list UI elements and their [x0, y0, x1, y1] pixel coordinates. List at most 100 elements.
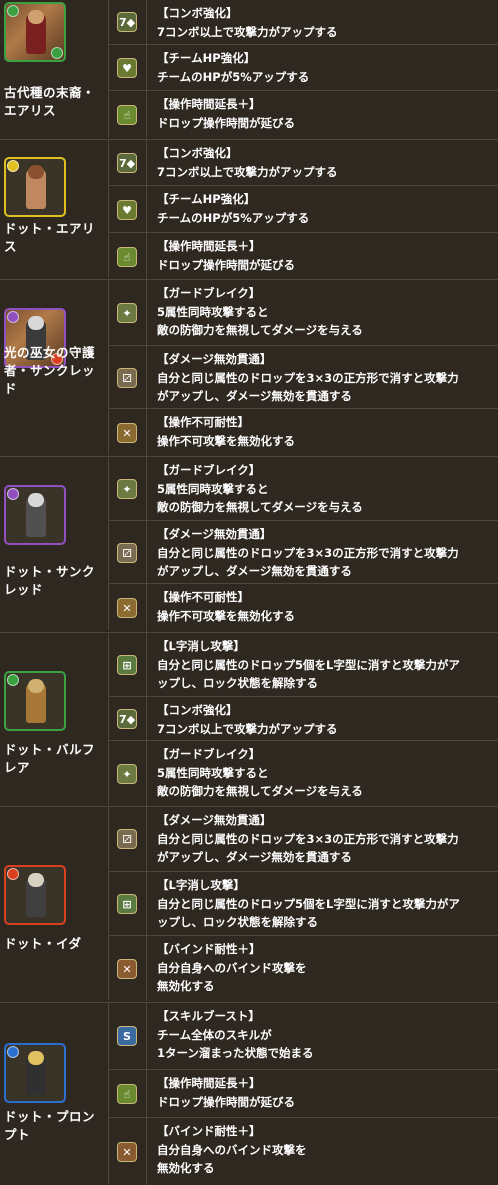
awakening-title: 【バインド耐性＋】	[157, 1124, 261, 1138]
character-cell: ドット・エアリ ス	[0, 140, 109, 278]
character-name[interactable]: ドット・イダ	[4, 935, 104, 953]
awakening-text: ドロップ操作時間が延びる	[157, 115, 295, 130]
time-extend-plus-icon[interactable]: ☝	[117, 247, 137, 267]
awakening-text: 自分と同じ属性のドロップを3×3の正方形で消すと攻撃力 がアップし、ダメージ無効…	[157, 545, 459, 579]
awakening-title: 【コンボ強化】	[157, 6, 238, 20]
awakening-description: 【コンボ強化】 7コンボ以上で攻撃力がアップする	[157, 701, 494, 738]
awakening-text: チームのHPが5%アップする	[157, 210, 310, 225]
bind-resist-plus-icon[interactable]: ✕	[117, 959, 137, 979]
awakening-description: 【操作時間延長＋】 ドロップ操作時間が延びる	[157, 237, 494, 274]
awakening-row: ⊞ 【L字消し攻撃】 自分と同じ属性のドロップ5個をL字型に消すと攻撃力がア ップし…	[108, 633, 498, 696]
sub-attribute-icon	[51, 47, 63, 59]
unbind-resist-icon[interactable]: ✕	[117, 423, 137, 443]
awakening-icon-cell: ⚂	[108, 521, 147, 583]
main-attribute-icon	[7, 160, 19, 172]
awakening-text: 操作不可攻撃を無効化する	[157, 433, 295, 448]
damage-void-pierce-icon[interactable]: ⚂	[117, 368, 137, 388]
awakening-icon-cell: ⚂	[108, 346, 147, 408]
character-name[interactable]: ドット・バルフ レア	[4, 741, 104, 777]
aerith-portrait-icon[interactable]	[4, 2, 66, 62]
time-extend-plus-icon[interactable]: ☝	[117, 1084, 137, 1104]
awakening-title: 【操作時間延長＋】	[157, 97, 261, 111]
awakening-icon-cell: ⊞	[108, 633, 147, 696]
awakening-description: 【操作不可耐性】 操作不可攻撃を無効化する	[157, 588, 494, 625]
character-name[interactable]: ドット・エアリ ス	[4, 220, 104, 256]
character-group: ドット・イダ ⚂ 【ダメージ無効貫通】 自分と同じ属性のドロップを3×3の正方形で消す…	[0, 806, 498, 1001]
dot-balthier-sprite-icon[interactable]	[4, 671, 66, 731]
l-shape-attack-icon[interactable]: ⊞	[117, 894, 137, 914]
awakening-description: 【L字消し攻撃】 自分と同じ属性のドロップ5個をL字型に消すと攻撃力がア ップし、…	[157, 637, 494, 693]
awakening-icon-cell: ☝	[108, 91, 147, 138]
awakening-row: ☝ 【操作時間延長＋】 ドロップ操作時間が延びる	[108, 1069, 498, 1117]
character-name[interactable]: 光の巫女の守護 者・サンクレッ ド	[4, 344, 104, 398]
awakening-text: 自分自身へのバインド攻撃を 無効化する	[157, 960, 307, 994]
bind-resist-plus-icon[interactable]: ✕	[117, 1142, 137, 1162]
awakening-row: ✦ 【ガードブレイク】 5属性同時攻撃すると 敵の防御力を無視してダメージを与える	[108, 740, 498, 806]
awakening-icon-cell: ☝	[108, 233, 147, 279]
awakening-icon-cell: ✕	[108, 584, 147, 631]
combo-boost-icon[interactable]: 7◆	[117, 709, 137, 729]
awakening-description: 【バインド耐性＋】 自分自身へのバインド攻撃を 無効化する	[157, 1122, 494, 1178]
awakening-description: 【ダメージ無効貫通】 自分と同じ属性のドロップを3×3の正方形で消すと攻撃力 がア…	[157, 525, 494, 581]
awakening-row: ✕ 【バインド耐性＋】 自分自身へのバインド攻撃を 無効化する	[108, 935, 498, 1001]
team-hp-boost-icon[interactable]: ♥	[117, 200, 137, 220]
awakening-title: 【チームHP強化】	[157, 192, 256, 206]
awakening-title: 【スキルブースト】	[157, 1009, 260, 1023]
awakening-icon-cell: ⚂	[108, 807, 147, 871]
awakening-text: 7コンボ以上で攻撃力がアップする	[157, 164, 338, 179]
damage-void-pierce-icon[interactable]: ⚂	[117, 829, 137, 849]
unbind-resist-icon[interactable]: ✕	[117, 598, 137, 618]
awakening-icon-cell: ✕	[108, 1118, 147, 1185]
awakening-description: 【ガードブレイク】 5属性同時攻撃すると 敵の防御力を無視してダメージを与える	[157, 745, 494, 801]
awakening-row: S 【スキルブースト】 チーム全体のスキルが 1ターン溜まった状態で始まる	[108, 1003, 498, 1069]
awakening-icon-cell: ♥	[108, 186, 147, 232]
awakening-icon-cell: ✕	[108, 936, 147, 1001]
combo-boost-icon[interactable]: 7◆	[117, 153, 137, 173]
awakening-icon-cell: ✦	[108, 457, 147, 520]
awakening-text: ドロップ操作時間が延びる	[157, 1094, 295, 1109]
combo-boost-icon[interactable]: 7◆	[117, 12, 137, 32]
awakening-text: 7コンボ以上で攻撃力がアップする	[157, 721, 338, 736]
awakening-description: 【スキルブースト】 チーム全体のスキルが 1ターン溜まった状態で始まる	[157, 1007, 494, 1063]
awakening-description: 【コンボ強化】 7コンボ以上で攻撃力がアップする	[157, 144, 494, 181]
main-attribute-icon	[7, 868, 19, 880]
awakening-title: 【L字消し攻撃】	[157, 878, 245, 892]
awakening-title: 【操作不可耐性】	[157, 415, 249, 429]
character-group: ドット・バルフ レア ⊞ 【L字消し攻撃】 自分と同じ属性のドロップ5個をL字型に消す…	[0, 632, 498, 806]
awakening-description: 【ガードブレイク】 5属性同時攻撃すると 敵の防御力を無視してダメージを与える	[157, 284, 494, 340]
character-name[interactable]: ドット・サンク レッド	[4, 563, 104, 599]
dot-prompto-sprite-icon[interactable]	[4, 1043, 66, 1103]
awakening-title: 【コンボ強化】	[157, 703, 238, 717]
skill-boost-icon[interactable]: S	[117, 1026, 137, 1046]
damage-void-pierce-icon[interactable]: ⚂	[117, 543, 137, 563]
time-extend-plus-icon[interactable]: ☝	[117, 105, 137, 125]
awakening-description: 【チームHP強化】 チームのHPが5%アップする	[157, 49, 494, 86]
character-cell: ドット・イダ	[0, 807, 109, 1000]
guard-break-icon[interactable]: ✦	[117, 479, 137, 499]
awakening-row: 7◆ 【コンボ強化】 7コンボ以上で攻撃力がアップする	[108, 696, 498, 740]
awakening-text: 自分と同じ属性のドロップ5個をL字型に消すと攻撃力がア ップし、ロック状態を解除…	[157, 657, 460, 691]
awakening-row: ⚂ 【ダメージ無効貫通】 自分と同じ属性のドロップを3×3の正方形で消すと攻撃力 が…	[108, 520, 498, 583]
dot-ida-sprite-icon[interactable]	[4, 865, 66, 925]
awakening-icon-cell: ☝	[108, 1070, 147, 1117]
awakening-row: ✦ 【ガードブレイク】 5属性同時攻撃すると 敵の防御力を無視してダメージを与える	[108, 280, 498, 345]
awakening-text: 自分と同じ属性のドロップを3×3の正方形で消すと攻撃力 がアップし、ダメージ無効…	[157, 831, 459, 865]
dot-sankred-sprite-icon[interactable]	[4, 485, 66, 545]
main-attribute-icon	[7, 5, 19, 17]
awakening-text: ドロップ操作時間が延びる	[157, 257, 295, 272]
awakening-text: 自分と同じ属性のドロップを3×3の正方形で消すと攻撃力 がアップし、ダメージ無効…	[157, 370, 459, 404]
awakening-icon-cell: 7◆	[108, 0, 147, 44]
guard-break-icon[interactable]: ✦	[117, 303, 137, 323]
character-name[interactable]: 古代種の末裔・ エアリス	[4, 84, 104, 120]
awakening-title: 【ガードブレイク】	[157, 747, 261, 761]
guard-break-icon[interactable]: ✦	[117, 764, 137, 784]
character-name[interactable]: ドット・プロン プト	[4, 1108, 104, 1144]
dot-aerith-sprite-icon[interactable]	[4, 157, 66, 217]
awakening-icon-cell: 7◆	[108, 697, 147, 740]
team-hp-boost-icon[interactable]: ♥	[117, 58, 137, 78]
awakening-text: チームのHPが5%アップする	[157, 69, 310, 84]
main-attribute-icon	[7, 311, 19, 323]
awakening-row: ✕ 【操作不可耐性】操作不可攻撃を無効化する	[108, 408, 498, 456]
l-shape-attack-icon[interactable]: ⊞	[117, 655, 137, 675]
awakening-row: ⚂ 【ダメージ無効貫通】 自分と同じ属性のドロップを3×3の正方形で消すと攻撃力 が…	[108, 807, 498, 871]
